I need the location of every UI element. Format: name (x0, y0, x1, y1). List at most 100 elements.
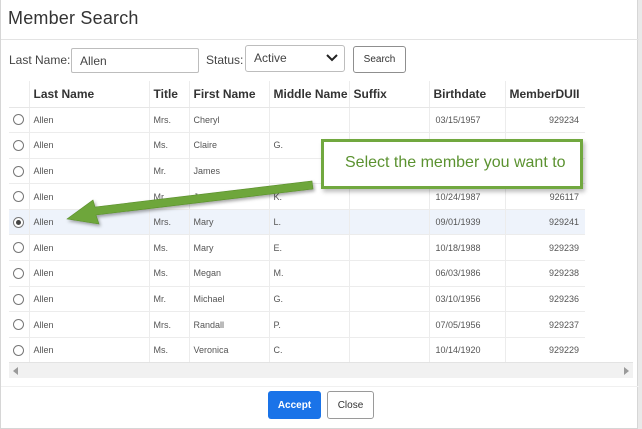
header-row: Last Name Title First Name Middle Name Suffi… (9, 81, 585, 108)
column-header-suffix[interactable]: Suffix (348, 81, 429, 108)
row-select-cell (9, 132, 29, 159)
member-search-dialog: Member Search Last Name: Status: Active … (0, 0, 639, 429)
table-row[interactable]: Allen Ms. Megan M. 06/03/1986 929238 (9, 260, 585, 287)
row-select-cell (9, 286, 29, 313)
row-select-cell (9, 311, 29, 338)
row-radio-button[interactable] (13, 165, 25, 177)
cell-member-id: 929239 (504, 234, 585, 262)
cell-first-name: Randall (188, 311, 269, 338)
row-radio-button[interactable] (13, 191, 25, 203)
column-header-middle-name[interactable]: Middle Name (268, 81, 349, 108)
status-label: Status: (206, 53, 244, 67)
background-window-edge (638, 0, 642, 429)
cell-middle-name: G. (268, 286, 349, 313)
cell-last-name: Allen (28, 158, 149, 185)
cell-title: Mrs. (148, 311, 189, 338)
search-button[interactable]: Search (353, 46, 406, 73)
row-radio-button[interactable] (13, 293, 25, 305)
cell-first-name: Veronica (188, 337, 269, 364)
column-header-last-name[interactable]: Last Name (28, 81, 149, 108)
horizontal-scrollbar[interactable] (9, 362, 633, 378)
cell-first-name: Justin (188, 183, 269, 210)
cell-title: Ms. (148, 337, 189, 364)
table-row[interactable]: Allen Mrs. Mary L. 09/01/1939 929241 (9, 209, 585, 236)
cell-birthdate: 03/10/1956 (428, 286, 505, 313)
row-radio-button[interactable] (13, 344, 25, 356)
cell-last-name: Allen (28, 260, 149, 287)
footer-divider (1, 386, 639, 387)
row-select-cell (9, 158, 29, 185)
cell-title: Ms. (148, 132, 189, 159)
cell-title: Mr. (148, 158, 189, 185)
cell-middle-name (268, 107, 349, 134)
row-select-cell (9, 209, 29, 236)
results-grid: Last Name Title First Name Middle Name Suffi… (9, 81, 633, 378)
cell-member-id: 929238 (504, 260, 585, 287)
cell-suffix (348, 311, 429, 338)
cell-suffix (348, 209, 429, 236)
cell-last-name: Allen (28, 311, 149, 338)
column-header-member-id[interactable]: MemberDUII (504, 81, 585, 108)
cell-middle-name: M. (268, 260, 349, 287)
dialog-title: Member Search (8, 8, 139, 28)
cell-last-name: Allen (28, 183, 149, 210)
results-table: Last Name Title First Name Middle Name Suffi… (9, 81, 585, 364)
cell-first-name: Claire (188, 132, 269, 159)
cell-last-name: Allen (28, 132, 149, 159)
cell-member-id: 929234 (504, 107, 585, 134)
cell-middle-name: L. (268, 209, 349, 236)
cell-birthdate: 09/01/1939 (428, 209, 505, 236)
instruction-callout: Select the member you want to (321, 139, 583, 189)
column-header-first-name[interactable]: First Name (188, 81, 269, 108)
cell-birthdate: 03/15/1957 (428, 107, 505, 134)
column-header-title[interactable]: Title (148, 81, 189, 108)
cell-last-name: Allen (28, 286, 149, 313)
row-radio-button[interactable] (13, 114, 25, 126)
row-select-cell (9, 107, 29, 134)
cell-member-id: 929241 (504, 209, 585, 236)
scroll-right-icon[interactable] (624, 367, 629, 375)
row-radio-button[interactable] (13, 319, 25, 331)
cell-first-name: Michael (188, 286, 269, 313)
row-select-cell (9, 337, 29, 364)
table-row[interactable]: Allen Mr. Michael G. 03/10/1956 929236 (9, 286, 585, 313)
cell-suffix (348, 286, 429, 313)
row-select-cell (9, 183, 29, 210)
cell-member-id: 929237 (504, 311, 585, 338)
cell-member-id: 929236 (504, 286, 585, 313)
accept-button[interactable]: Accept (268, 391, 321, 419)
cell-first-name: Megan (188, 260, 269, 287)
row-radio-button[interactable] (13, 242, 25, 254)
cell-middle-name: C. (268, 337, 349, 364)
cell-first-name: James (188, 158, 269, 185)
cell-title: Ms. (148, 234, 189, 262)
cell-suffix (348, 337, 429, 364)
table-row[interactable]: Allen Mrs. Randall P. 07/05/1956 929237 (9, 311, 585, 338)
cell-last-name: Allen (28, 107, 149, 134)
column-header-birthdate[interactable]: Birthdate (428, 81, 505, 108)
table-row[interactable]: Allen Mrs. Cheryl 03/15/1957 929234 (9, 107, 585, 134)
cell-suffix (348, 234, 429, 262)
status-select[interactable]: Active (245, 45, 345, 72)
table-row[interactable]: Allen Ms. Mary E. 10/18/1988 929239 (9, 234, 585, 262)
title-divider (1, 39, 639, 40)
cell-first-name: Cheryl (188, 107, 269, 134)
cell-birthdate: 06/03/1986 (428, 260, 505, 287)
last-name-input[interactable] (71, 48, 199, 73)
cell-last-name: Allen (28, 209, 149, 236)
cell-middle-name: P. (268, 311, 349, 338)
last-name-label: Last Name: (9, 53, 71, 67)
row-select-cell (9, 260, 29, 287)
cell-first-name: Mary (188, 209, 269, 236)
row-radio-button[interactable] (13, 216, 25, 228)
scroll-left-icon[interactable] (13, 367, 18, 375)
close-button[interactable]: Close (327, 391, 374, 419)
row-radio-button[interactable] (13, 267, 25, 279)
row-radio-button[interactable] (13, 139, 25, 151)
chevron-down-icon (326, 54, 338, 62)
cell-middle-name: E. (268, 234, 349, 262)
table-row[interactable]: Allen Ms. Veronica C. 10/14/1920 929229 (9, 337, 585, 364)
row-select-cell (9, 234, 29, 262)
cell-birthdate: 10/14/1920 (428, 337, 505, 364)
cell-birthdate: 07/05/1956 (428, 311, 505, 338)
